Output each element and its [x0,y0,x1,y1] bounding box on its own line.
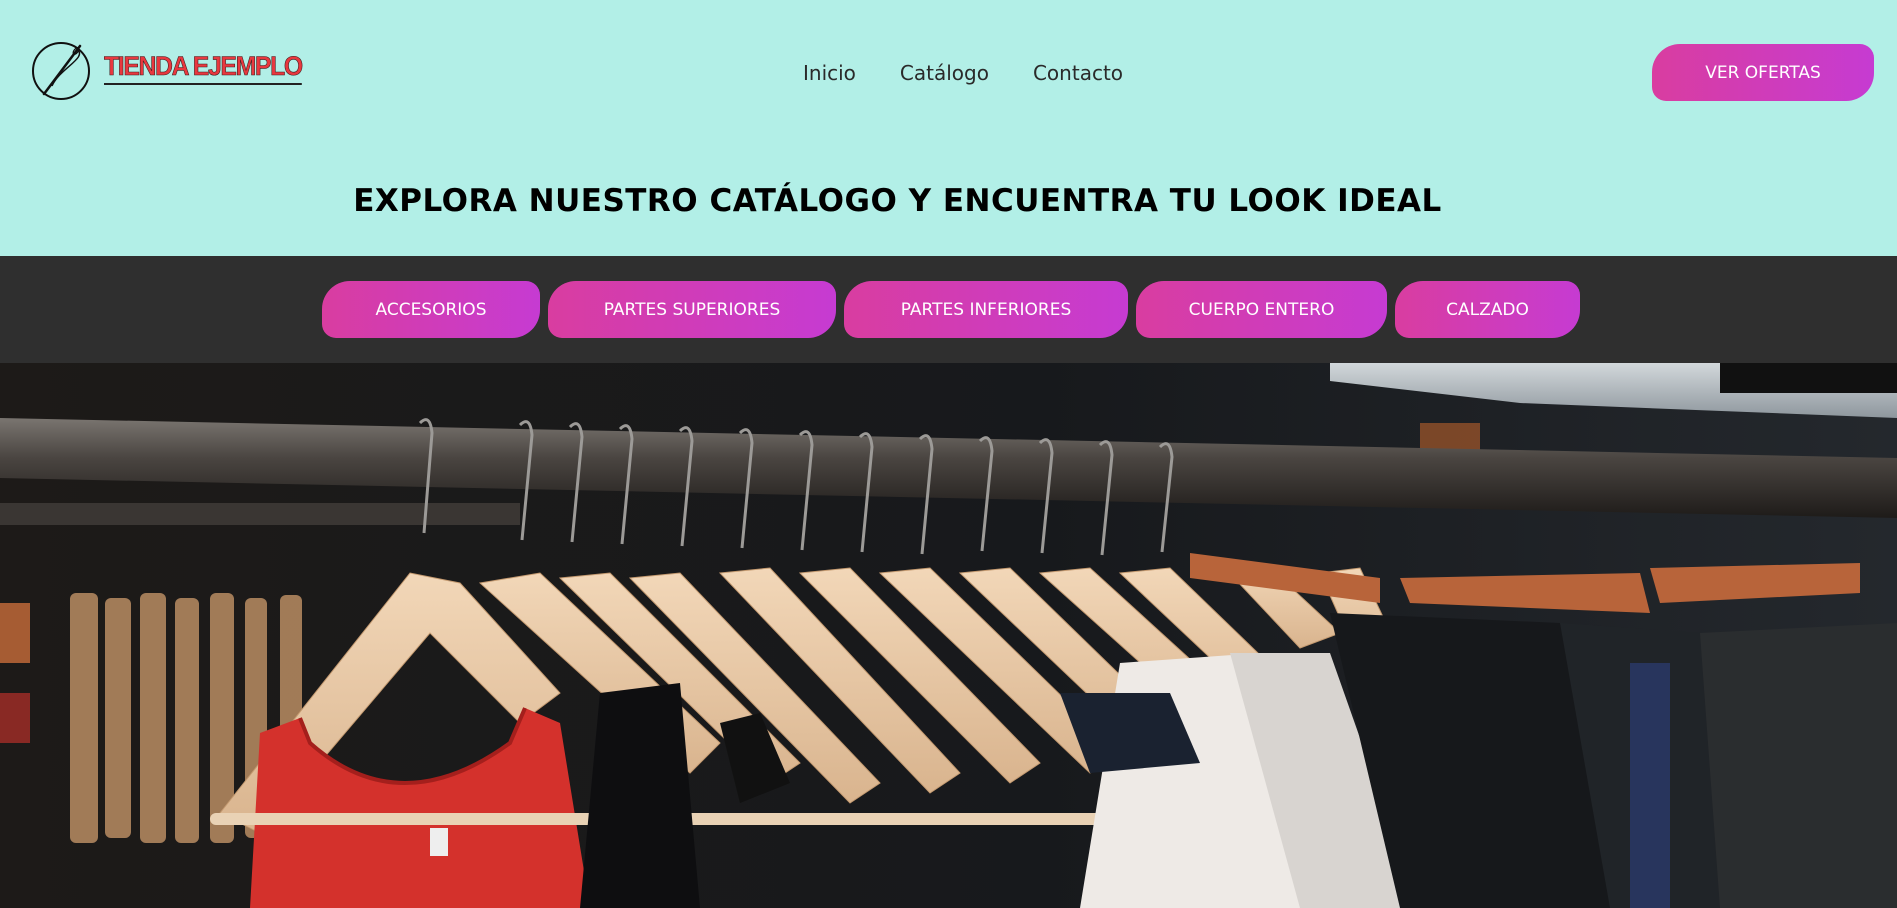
brand-name: TIENDA EJEMPLO [104,51,303,85]
category-button-partes-superiores[interactable]: PARTES SUPERIORES [548,281,836,338]
category-button-cuerpo-entero[interactable]: CUERPO ENTERO [1136,281,1387,338]
page-headline: EXPLORA NUESTRO CATÁLOGO Y ENCUENTRA TU … [353,183,1442,219]
category-buttons: ACCESORIOS PARTES SUPERIORES PARTES INFE… [322,281,1580,338]
nav-link-inicio[interactable]: Inicio [803,60,856,86]
clothes-rack-photo [0,363,1897,908]
site-header: TIENDA EJEMPLO Inicio Catálogo Contacto … [0,0,1897,256]
nav-link-catalogo[interactable]: Catálogo [900,60,989,86]
category-button-partes-inferiores[interactable]: PARTES INFERIORES [844,281,1128,338]
ver-ofertas-button[interactable]: VER OFERTAS [1652,44,1874,101]
brand-logo[interactable]: TIENDA EJEMPLO [30,38,319,102]
category-bar: ACCESORIOS PARTES SUPERIORES PARTES INFE… [0,256,1897,363]
needle-thread-icon [32,42,90,100]
category-button-accesorios[interactable]: ACCESORIOS [322,281,540,338]
category-button-calzado[interactable]: CALZADO [1395,281,1580,338]
main-nav: Inicio Catálogo Contacto [803,60,1123,86]
nav-link-contacto[interactable]: Contacto [1033,60,1123,86]
hero-image [0,363,1897,908]
